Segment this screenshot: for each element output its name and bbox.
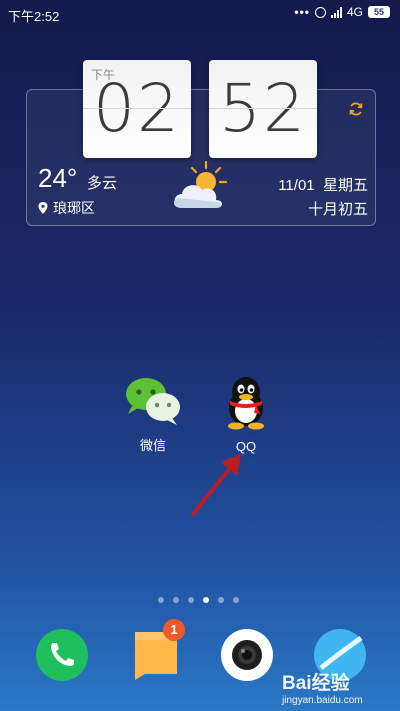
refresh-icon[interactable] (348, 101, 364, 117)
signal-icon (330, 6, 342, 18)
clock-hour-card: 下午 02 (83, 60, 191, 158)
wechat-icon (126, 378, 180, 425)
page-dot (233, 597, 239, 603)
page-dot (158, 597, 164, 603)
status-time: 下午2:52 (8, 9, 60, 24)
phone-icon (36, 629, 88, 681)
page-indicator (158, 597, 239, 603)
status-bar: 下午2:52 ••• 4G 55 (0, 0, 400, 28)
date-value: 11/01 (278, 177, 315, 194)
clock-minute-card: 52 (209, 60, 317, 158)
clock-minute: 52 (219, 70, 307, 147)
network-type: 4G (346, 5, 363, 19)
page-dot (188, 597, 194, 603)
qq-icon (228, 377, 264, 430)
watermark: Bai经验 jingyan.baidu.com (282, 668, 363, 706)
app-qq[interactable]: QQ (211, 374, 281, 454)
page-dot-active (203, 597, 209, 603)
battery-level: 55 (373, 7, 384, 17)
watermark-title: Bai经验 (282, 673, 350, 694)
partly-cloudy-icon (173, 160, 228, 208)
watermark-url: jingyan.baidu.com (282, 695, 363, 706)
dock-camera[interactable] (220, 628, 274, 682)
date: 11/01 星期五 (278, 174, 368, 195)
location-label: 琅琊区 (53, 200, 95, 216)
status-icons: ••• 4G 55 (294, 5, 390, 19)
message-badge: 1 (163, 619, 185, 641)
clock-hour: 02 (93, 70, 181, 147)
location-pin-icon (38, 202, 48, 214)
lunar-date: 十月初五 (307, 201, 368, 218)
app-label-wechat: 微信 (139, 438, 166, 453)
weekday: 星期五 (322, 177, 368, 194)
pointer-arrow-icon (191, 454, 241, 516)
location[interactable]: 琅琊区 (38, 198, 95, 218)
camera-icon (221, 629, 273, 681)
page-dot (218, 597, 224, 603)
weather-condition: 多云 (87, 175, 118, 192)
temperature: 24° (38, 163, 78, 193)
dock-phone[interactable] (35, 628, 89, 682)
battery-icon: 55 (368, 6, 390, 18)
page-dot (173, 597, 179, 603)
alarm-icon (314, 6, 326, 18)
app-wechat[interactable]: 微信 (118, 374, 188, 454)
more-dots-icon: ••• (294, 5, 310, 19)
